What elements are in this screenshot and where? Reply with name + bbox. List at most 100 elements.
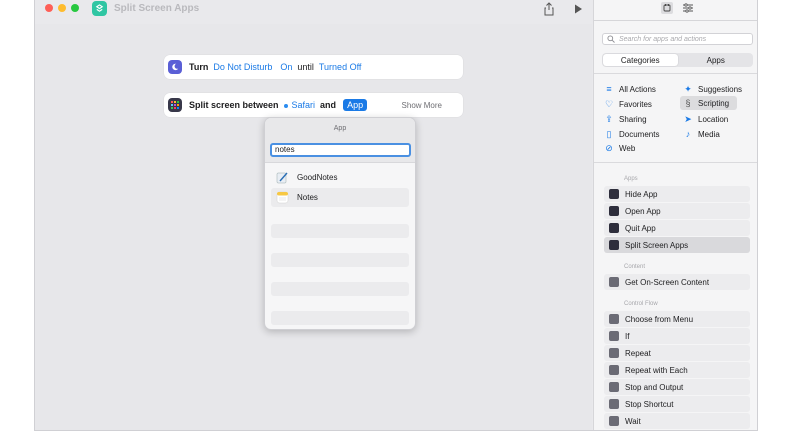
music-note-icon: ♪ <box>685 129 691 139</box>
action-label: Stop Shortcut <box>625 399 674 409</box>
placeholder-row <box>271 253 409 267</box>
action-quit-app[interactable]: Quit App <box>604 220 750 236</box>
category-label: Documents <box>619 129 660 139</box>
app-result-label: Notes <box>297 193 318 202</box>
tab-apps[interactable]: Apps <box>679 53 754 67</box>
category-favorites[interactable]: ♡ Favorites <box>604 97 652 111</box>
action-repeat-with-each[interactable]: Repeat with Each <box>604 362 750 378</box>
action-label: Stop and Output <box>625 382 684 392</box>
app-result-notes[interactable]: Notes <box>271 188 409 207</box>
category-all-actions[interactable]: ≡ All Actions <box>604 82 656 96</box>
placeholder-row <box>271 282 409 296</box>
action-stop-shortcut[interactable]: Stop Shortcut <box>604 396 750 412</box>
action-verb: Split screen between <box>189 100 279 110</box>
category-label: Scripting <box>698 98 730 108</box>
shortcut-icon[interactable] <box>92 1 107 16</box>
action-wait[interactable]: Wait <box>604 413 750 429</box>
editor-canvas: Turn Do Not Disturb On until Turned Off … <box>35 24 592 430</box>
tab-categories[interactable]: Categories <box>603 54 678 66</box>
location-arrow-icon: ➤ <box>684 113 692 124</box>
action-split-screen[interactable]: Split screen between Safari and App Show… <box>164 93 463 117</box>
action-choose-from-menu[interactable]: Choose from Menu <box>604 311 750 327</box>
list-icon: ≡ <box>606 84 612 94</box>
app-result-label: GoodNotes <box>297 173 338 182</box>
popup-title: App <box>333 125 347 132</box>
action-if[interactable]: If <box>604 328 750 344</box>
category-label: Media <box>698 129 720 139</box>
title-bar: Split Screen Apps <box>35 0 592 20</box>
close-window-button[interactable] <box>45 4 53 12</box>
action-repeat[interactable]: Repeat <box>604 345 750 361</box>
run-icon[interactable] <box>572 3 584 15</box>
section-title-control-flow: Control Flow <box>624 301 658 307</box>
action-stop-and-output[interactable]: Stop and Output <box>604 379 750 395</box>
divider <box>594 73 757 74</box>
action-label: Choose from Menu <box>625 314 694 324</box>
library-tab-control: Categories Apps <box>602 53 753 67</box>
window-title[interactable]: Split Screen Apps <box>114 3 199 14</box>
clock-icon <box>609 416 619 426</box>
search-placeholder: Search for apps and actions <box>619 35 707 43</box>
action-label: Repeat with Each <box>625 365 688 375</box>
sliders-icon[interactable] <box>682 2 694 14</box>
action-label: Split Screen Apps <box>625 240 689 250</box>
app-grid-icon <box>168 98 182 112</box>
category-location[interactable]: ➤ Location <box>683 112 728 126</box>
library-icon[interactable] <box>661 2 673 14</box>
zoom-window-button[interactable] <box>71 4 79 12</box>
action-open-app[interactable]: Open App <box>604 203 750 219</box>
category-sharing[interactable]: ⇪ Sharing <box>604 112 646 126</box>
category-suggestions[interactable]: ✦ Suggestions <box>683 82 742 96</box>
action-search-field[interactable]: Search for apps and actions <box>602 33 753 45</box>
first-app-label: Safari <box>291 100 316 110</box>
action-verb: Turn <box>189 62 209 72</box>
compass-icon: ⊘ <box>605 142 613 153</box>
shortcuts-window: Split Screen Apps Turn Do Not Disturb On… <box>34 0 758 431</box>
action-hide-app[interactable]: Hide App <box>604 186 750 202</box>
and-label: and <box>320 100 337 110</box>
until-token[interactable]: Turned Off <box>319 62 362 72</box>
category-label: Web <box>619 143 636 153</box>
category-label: Suggestions <box>698 84 743 94</box>
category-media[interactable]: ♪ Media <box>683 127 720 141</box>
scripting-icon: § <box>685 98 691 108</box>
action-label: Quit App <box>625 223 656 233</box>
second-app-token[interactable]: App <box>343 99 368 111</box>
show-more-button[interactable]: Show More <box>402 101 442 110</box>
action-label: Repeat <box>625 348 651 358</box>
search-icon <box>607 35 615 43</box>
if-icon <box>609 331 619 341</box>
category-label: Favorites <box>619 99 652 109</box>
action-label: Hide App <box>625 189 658 199</box>
stop-icon <box>609 399 619 409</box>
placeholder-row <box>271 311 409 325</box>
section-title-content: Content <box>624 264 646 270</box>
app-search-input[interactable]: notes <box>270 143 411 157</box>
divider <box>594 162 757 163</box>
category-web[interactable]: ⊘ Web <box>604 141 635 155</box>
app-grid-icon <box>609 206 619 216</box>
stop-output-icon <box>609 382 619 392</box>
section-title-apps: Apps <box>624 176 638 182</box>
share-icon[interactable] <box>543 2 555 16</box>
action-get-on-screen-content[interactable]: Get On-Screen Content <box>604 274 750 290</box>
document-icon: ▯ <box>606 128 612 139</box>
minimize-window-button[interactable] <box>58 4 66 12</box>
notes-icon <box>276 191 289 204</box>
action-turn-dnd[interactable]: Turn Do Not Disturb On until Turned Off <box>164 55 463 79</box>
category-scripting[interactable]: § Scripting <box>680 96 738 110</box>
first-app-token[interactable]: Safari <box>283 100 316 110</box>
action-split-screen-apps[interactable]: Split Screen Apps <box>604 237 750 253</box>
action-label: Wait <box>625 416 641 426</box>
state-token[interactable]: On <box>280 62 292 72</box>
category-label: All Actions <box>619 84 656 94</box>
until-label: until <box>297 62 314 72</box>
goodnotes-icon <box>276 172 288 184</box>
app-picker-popup: App notes GoodNotes Notes <box>264 117 416 330</box>
sparkle-icon: ✦ <box>684 83 692 94</box>
action-label: If <box>625 331 630 341</box>
category-documents[interactable]: ▯ Documents <box>604 127 660 141</box>
app-result-goodnotes[interactable]: GoodNotes <box>271 168 409 187</box>
popup-header: App notes <box>265 118 415 163</box>
focus-mode-token[interactable]: Do Not Disturb <box>213 62 272 72</box>
